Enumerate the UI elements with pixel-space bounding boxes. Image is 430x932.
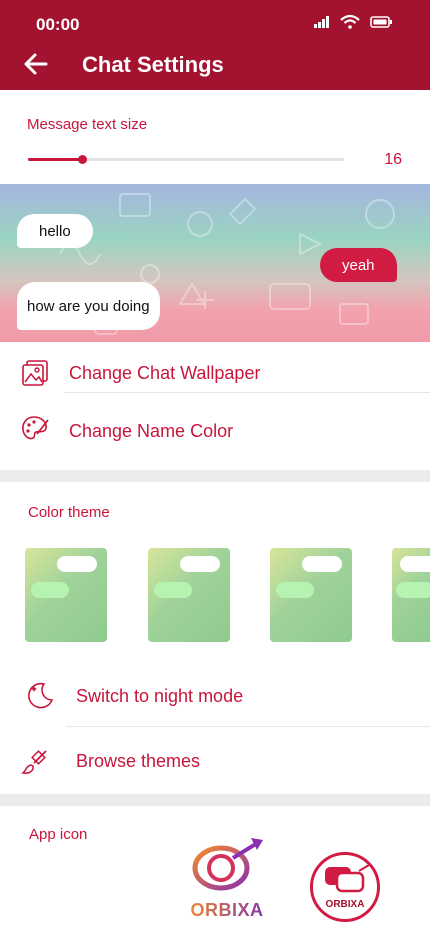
message-bubble-incoming: hello [17, 214, 93, 248]
paintbrush-icon [21, 750, 47, 774]
slider-fill [28, 158, 82, 161]
section-separator [0, 470, 430, 482]
color-theme-option[interactable] [25, 548, 107, 642]
text-size-slider[interactable] [28, 155, 344, 164]
orbixa-badge-text: ORBIXA [325, 899, 365, 910]
section-separator [0, 794, 430, 806]
moon-icon [28, 682, 54, 709]
change-wallpaper-item[interactable]: Change Chat Wallpaper [0, 352, 430, 394]
color-theme-option[interactable] [270, 548, 352, 642]
color-theme-option[interactable] [148, 548, 230, 642]
palette-icon [22, 416, 49, 440]
color-theme-option[interactable] [392, 548, 430, 642]
back-arrow-icon[interactable] [22, 50, 50, 78]
chat-preview: hello yeah how are you doing [0, 184, 430, 342]
signal-icon [314, 16, 329, 28]
orbixa-wordmark: ORBIXA [185, 900, 269, 921]
browse-themes-label: Browse themes [76, 751, 201, 771]
app-icon-option-2[interactable]: ORBIXA [310, 852, 380, 922]
color-theme-label: Color theme [28, 504, 110, 521]
orbixa-logo-icon [192, 838, 263, 891]
night-mode-label: Switch to night mode [76, 686, 244, 706]
app-icon-option-1[interactable]: ORBIXA [185, 836, 269, 920]
divider [64, 392, 430, 393]
text-size-value: 16 [384, 151, 402, 168]
app-icon-label: App icon [29, 826, 88, 843]
change-wallpaper-label: Change Chat Wallpaper [69, 363, 261, 383]
battery-icon [370, 16, 392, 28]
status-time: 00:00 [36, 15, 80, 34]
page-title: Chat Settings [82, 52, 224, 77]
chat-bubbles-icon [325, 864, 370, 893]
browse-themes-item[interactable]: Browse themes [0, 738, 430, 786]
wallpaper-icon [22, 360, 48, 386]
slider-thumb[interactable] [78, 155, 87, 164]
divider [66, 726, 430, 727]
status-icons [314, 15, 392, 29]
change-name-color-item[interactable]: Change Name Color [0, 410, 430, 452]
message-bubble-outgoing: yeah [320, 248, 397, 282]
change-name-color-label: Change Name Color [69, 421, 234, 441]
text-size-label: Message text size [27, 116, 148, 133]
night-mode-item[interactable]: Switch to night mode [0, 672, 430, 720]
app-header: 00:00 Chat Settings [0, 0, 430, 90]
message-bubble-incoming: how are you doing [17, 282, 160, 330]
wifi-icon [340, 15, 360, 29]
